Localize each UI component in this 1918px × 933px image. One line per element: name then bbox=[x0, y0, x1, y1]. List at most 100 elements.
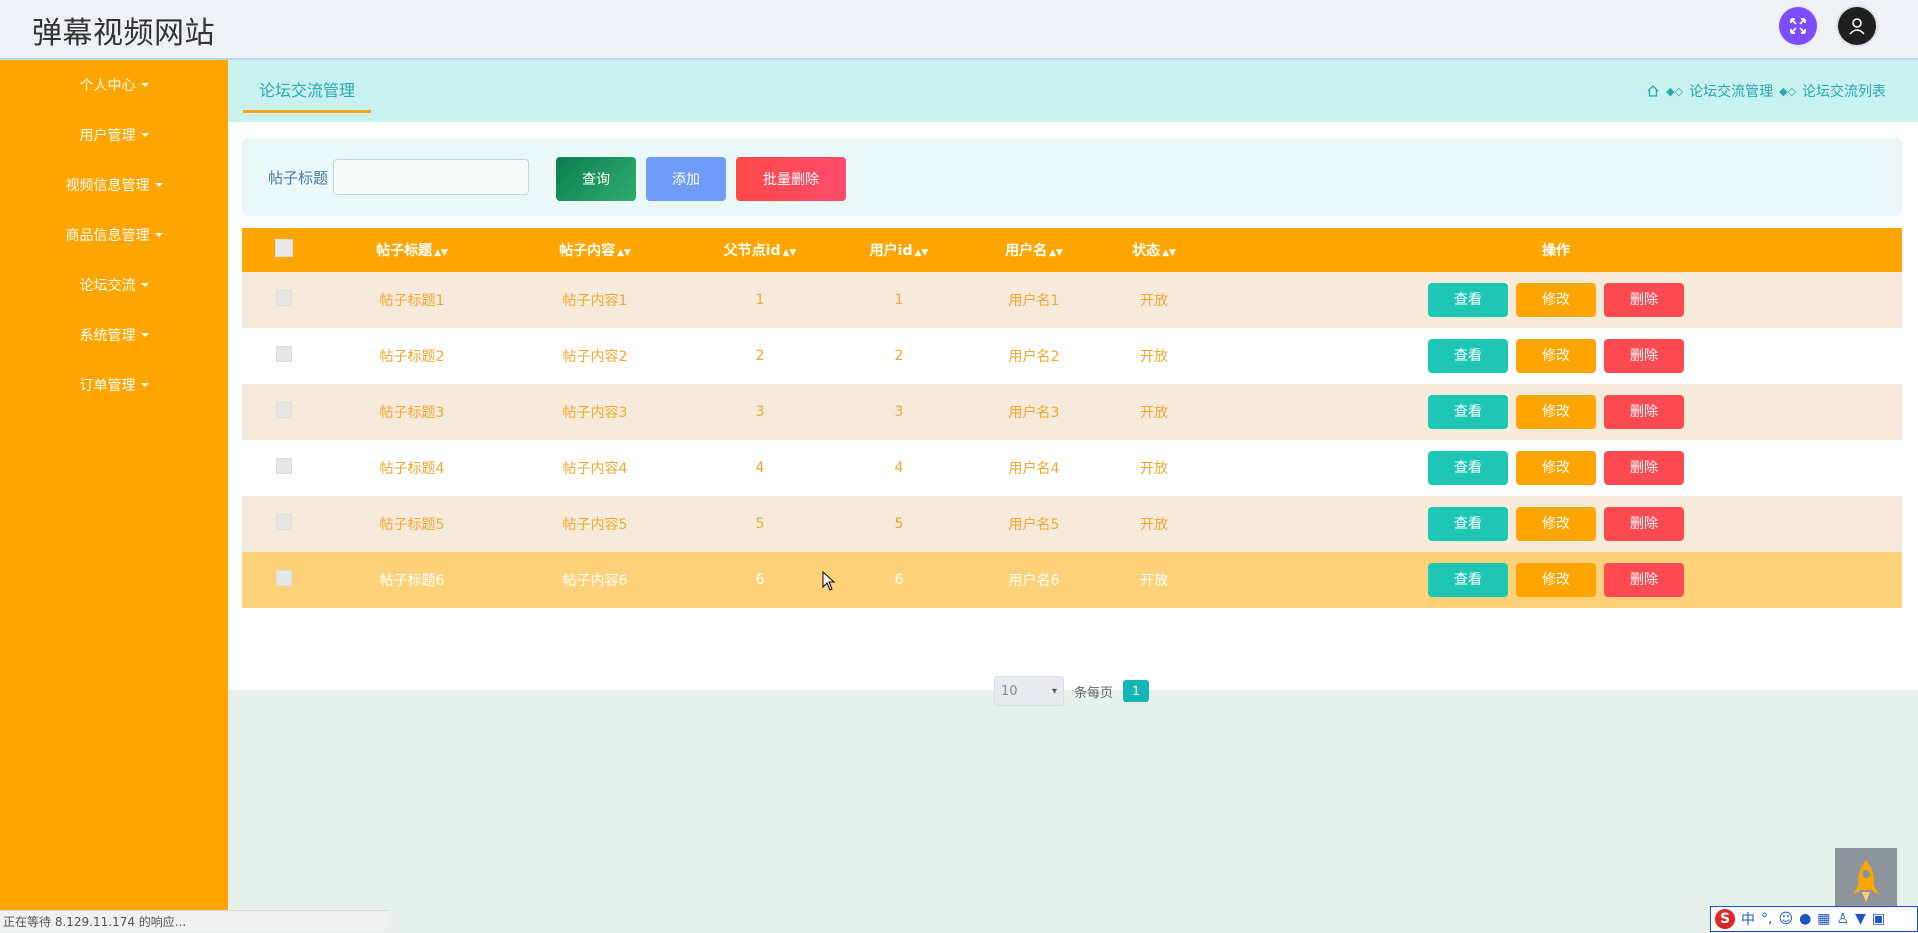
edit-button[interactable]: 修改 bbox=[1516, 507, 1596, 541]
column-header-parent-id[interactable]: 父节点id ▲▼ bbox=[692, 228, 828, 272]
cell-actions: 查看 修改 删除 bbox=[1210, 440, 1902, 496]
view-button[interactable]: 查看 bbox=[1428, 451, 1508, 485]
cell-content: 帖子内容4 bbox=[562, 461, 628, 477]
row-checkbox[interactable] bbox=[276, 570, 292, 586]
row-checkbox[interactable] bbox=[276, 458, 292, 474]
view-button[interactable]: 查看 bbox=[1428, 283, 1508, 317]
column-header-status[interactable]: 状态 ▲▼ bbox=[1098, 228, 1210, 272]
column-header-username[interactable]: 用户名 ▲▼ bbox=[970, 228, 1098, 272]
batch-delete-button[interactable]: 批量删除 bbox=[736, 157, 846, 201]
cell-content: 帖子内容5 bbox=[562, 517, 628, 533]
sidebar-item-label: 论坛交流 bbox=[79, 278, 136, 294]
breadcrumb-separator-icon: ◆◇ bbox=[1666, 84, 1684, 98]
title-search-input[interactable] bbox=[333, 159, 529, 195]
cell-user-id: 4 bbox=[894, 460, 904, 476]
sort-icon: ▲▼ bbox=[914, 248, 929, 258]
edit-button[interactable]: 修改 bbox=[1516, 339, 1596, 373]
page-size-select[interactable]: 10 ▾ bbox=[994, 676, 1064, 706]
cell-status: 开放 bbox=[1140, 405, 1168, 421]
row-checkbox[interactable] bbox=[276, 346, 292, 362]
page-button[interactable]: 1 bbox=[1123, 680, 1150, 702]
cell-actions: 查看 修改 删除 bbox=[1210, 272, 1902, 328]
user-avatar-button[interactable] bbox=[1838, 7, 1876, 45]
sogou-logo-icon[interactable]: S bbox=[1715, 909, 1735, 929]
avatar-icon[interactable]: ♙ bbox=[1837, 911, 1850, 927]
cell-status: 开放 bbox=[1140, 517, 1168, 533]
row-checkbox[interactable] bbox=[276, 290, 292, 306]
sidebar-item-product-management[interactable]: 商品信息管理 bbox=[0, 210, 228, 260]
caret-down-icon bbox=[154, 233, 163, 237]
fullscreen-button[interactable] bbox=[1779, 7, 1817, 45]
edit-button[interactable]: 修改 bbox=[1516, 395, 1596, 429]
delete-button[interactable]: 删除 bbox=[1604, 451, 1684, 485]
table-row[interactable]: 帖子标题5 帖子内容5 5 5 用户名5 开放 查看 修改 删除 bbox=[242, 496, 1902, 552]
delete-button[interactable]: 删除 bbox=[1604, 563, 1684, 597]
table-header-row: 帖子标题 ▲▼ 帖子内容 ▲▼ 父节点id ▲▼ 用户id ▲▼ 用户名 ▲▼ 状态 ▲▼ … bbox=[242, 228, 1902, 272]
cell-content: 帖子内容2 bbox=[562, 349, 628, 365]
sidebar-item-user-management[interactable]: 用户管理 bbox=[0, 110, 228, 160]
grid-icon[interactable]: ▣ bbox=[1872, 911, 1885, 927]
cell-actions: 查看 修改 删除 bbox=[1210, 496, 1902, 552]
edit-button[interactable]: 修改 bbox=[1516, 283, 1596, 317]
punctuation-icon[interactable]: °, bbox=[1761, 911, 1772, 927]
emoji-icon[interactable]: ☺ bbox=[1778, 911, 1793, 927]
cell-username: 用户名5 bbox=[1008, 517, 1060, 533]
cell-parent-id: 5 bbox=[755, 516, 765, 532]
delete-button[interactable]: 删除 bbox=[1604, 283, 1684, 317]
microphone-icon[interactable]: ● bbox=[1799, 911, 1811, 927]
cell-title: 帖子标题3 bbox=[379, 405, 445, 421]
column-header-user-id[interactable]: 用户id ▲▼ bbox=[828, 228, 970, 272]
home-icon[interactable] bbox=[1646, 84, 1660, 98]
sidebar-item-forum[interactable]: 论坛交流 bbox=[0, 260, 228, 310]
view-button[interactable]: 查看 bbox=[1428, 563, 1508, 597]
select-all-checkbox[interactable] bbox=[275, 239, 293, 257]
table-row[interactable]: 帖子标题4 帖子内容4 4 4 用户名4 开放 查看 修改 删除 bbox=[242, 440, 1902, 496]
sidebar-item-label: 个人中心 bbox=[79, 78, 136, 94]
add-button[interactable]: 添加 bbox=[646, 157, 726, 201]
top-header: 弹幕视频网站 bbox=[0, 0, 1918, 60]
cell-username: 用户名1 bbox=[1008, 293, 1060, 309]
sidebar-item-order-management[interactable]: 订单管理 bbox=[0, 360, 228, 410]
query-button[interactable]: 查询 bbox=[556, 157, 636, 201]
sidebar-item-video-management[interactable]: 视频信息管理 bbox=[0, 160, 228, 210]
delete-button[interactable]: 删除 bbox=[1604, 395, 1684, 429]
cell-parent-id: 1 bbox=[755, 292, 765, 308]
search-label: 帖子标题 bbox=[268, 169, 329, 187]
column-header-title[interactable]: 帖子标题 ▲▼ bbox=[326, 228, 498, 272]
browser-status-bar: 正在等待 8.129.11.174 的响应... bbox=[0, 910, 388, 932]
table-row[interactable]: 帖子标题2 帖子内容2 2 2 用户名2 开放 查看 修改 删除 bbox=[242, 328, 1902, 384]
row-checkbox[interactable] bbox=[276, 402, 292, 418]
row-checkbox[interactable] bbox=[276, 514, 292, 530]
sidebar-item-label: 视频信息管理 bbox=[65, 178, 150, 194]
column-header-actions: 操作 bbox=[1542, 243, 1570, 259]
ime-mode-toggle[interactable]: 中 bbox=[1741, 909, 1755, 929]
cell-content: 帖子内容6 bbox=[562, 573, 628, 589]
edit-button[interactable]: 修改 bbox=[1516, 563, 1596, 597]
main-area: 论坛交流管理 ◆◇ 论坛交流管理 ◆◇ 论坛交流列表 帖子标题 查询 添加 批量… bbox=[228, 60, 1918, 932]
view-button[interactable]: 查看 bbox=[1428, 339, 1508, 373]
delete-button[interactable]: 删除 bbox=[1604, 507, 1684, 541]
table-row[interactable]: 帖子标题6 帖子内容6 6 6 用户名6 开放 查看 修改 删除 bbox=[242, 552, 1902, 608]
view-button[interactable]: 查看 bbox=[1428, 507, 1508, 541]
breadcrumb-item: 论坛交流列表 bbox=[1802, 84, 1886, 100]
cell-title: 帖子标题6 bbox=[379, 573, 445, 589]
breadcrumb-item[interactable]: 论坛交流管理 bbox=[1689, 81, 1773, 101]
cell-content: 帖子内容1 bbox=[562, 293, 628, 309]
cell-username: 用户名3 bbox=[1008, 405, 1060, 421]
cell-username: 用户名2 bbox=[1008, 349, 1060, 365]
sidebar-item-system-management[interactable]: 系统管理 bbox=[0, 310, 228, 360]
tab-forum-management[interactable]: 论坛交流管理 bbox=[243, 72, 372, 113]
rocket-icon bbox=[1853, 860, 1879, 902]
mouse-cursor-icon bbox=[822, 570, 836, 595]
edit-button[interactable]: 修改 bbox=[1516, 451, 1596, 485]
cell-parent-id: 2 bbox=[755, 348, 765, 364]
keyboard-icon[interactable]: ▦ bbox=[1817, 911, 1830, 927]
column-header-content[interactable]: 帖子内容 ▲▼ bbox=[498, 228, 692, 272]
table-row[interactable]: 帖子标题3 帖子内容3 3 3 用户名3 开放 查看 修改 删除 bbox=[242, 384, 1902, 440]
table-row[interactable]: 帖子标题1 帖子内容1 1 1 用户名1 开放 查看 修改 删除 bbox=[242, 272, 1902, 328]
back-to-top-button[interactable] bbox=[1835, 848, 1897, 910]
skin-icon[interactable]: ▼ bbox=[1855, 911, 1866, 927]
view-button[interactable]: 查看 bbox=[1428, 395, 1508, 429]
sidebar-item-personal-center[interactable]: 个人中心 bbox=[0, 60, 228, 110]
delete-button[interactable]: 删除 bbox=[1604, 339, 1684, 373]
